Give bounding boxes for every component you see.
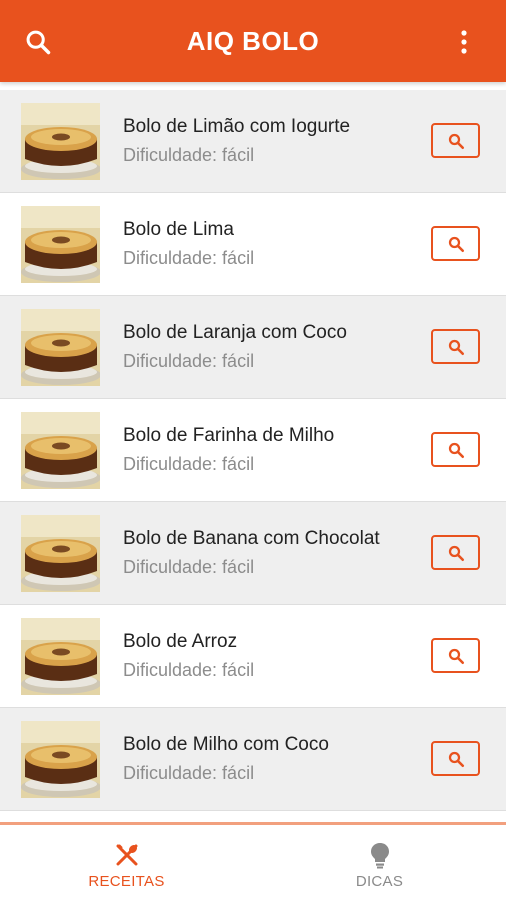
search-icon [448,545,464,561]
recipe-name: Bolo de Arroz [123,631,238,652]
recipe-difficulty: Dificuldade: fácil [123,763,255,783]
view-recipe-button[interactable] [431,535,480,570]
search-icon [448,339,464,355]
search-icon [448,442,464,458]
search-icon [448,751,464,767]
recipe-difficulty: Dificuldade: fácil [123,145,255,165]
cake-thumbnail [21,103,100,180]
more-vert-icon [461,30,467,54]
cake-thumbnail [21,412,100,489]
search-icon [448,133,464,149]
cake-thumbnail [21,309,100,386]
view-recipe-button[interactable] [431,329,480,364]
recipe-difficulty: Dificuldade: fácil [123,248,255,268]
view-recipe-button[interactable] [431,638,480,673]
recipe-row[interactable]: Bolo de Laranja com Coco Dificuldade: fá… [0,296,506,399]
view-recipe-button[interactable] [431,432,480,467]
app-bar: AIQ BOLO [0,0,506,82]
recipe-name: Bolo de Limão com Iogurte [123,116,351,137]
recipe-list: Bolo de Limão com Iogurte Dificuldade: f… [0,90,506,811]
tab-dicas-label: DICAS [355,873,404,890]
cake-thumbnail [21,206,100,283]
view-recipe-button[interactable] [431,123,480,158]
recipe-row[interactable]: Bolo de Limão com Iogurte Dificuldade: f… [0,90,506,193]
search-icon [26,30,51,55]
overflow-menu-button[interactable] [446,24,482,60]
recipe-name: Bolo de Milho com Coco [123,734,329,755]
search-button[interactable] [20,24,56,60]
tab-receitas[interactable]: RECEITAS [0,825,253,900]
recipe-row[interactable]: Bolo de Banana com Chocolat Dificuldade:… [0,502,506,605]
recipe-row[interactable]: Bolo de Milho com Coco Dificuldade: fáci… [0,708,506,811]
recipe-name: Bolo de Laranja com Coco [123,322,347,343]
recipe-difficulty: Dificuldade: fácil [123,557,255,577]
app-title: AIQ BOLO [186,25,320,56]
recipe-difficulty: Dificuldade: fácil [123,660,255,680]
view-recipe-button[interactable] [431,226,480,261]
tab-dicas[interactable]: DICAS [253,825,506,900]
recipe-name: Bolo de Farinha de Milho [123,425,335,446]
recipe-difficulty: Dificuldade: fácil [123,351,255,371]
search-icon [448,648,464,664]
cake-thumbnail [21,515,100,592]
recipe-row[interactable]: Bolo de Lima Dificuldade: fácil [0,193,506,296]
recipe-name: Bolo de Lima [123,219,234,240]
cake-thumbnail [21,721,100,798]
tab-receitas-label: RECEITAS [88,873,165,890]
lightbulb-icon [370,843,389,869]
search-icon [448,236,464,252]
view-recipe-button[interactable] [431,741,480,776]
fork-knife-icon [116,844,137,866]
cake-thumbnail [21,618,100,695]
recipe-difficulty: Dificuldade: fácil [123,454,255,474]
recipe-row[interactable]: Bolo de Arroz Dificuldade: fácil [0,605,506,708]
bottom-navigation: RECEITAS DICAS [0,825,506,900]
recipe-name: Bolo de Banana com Chocolat [123,528,380,549]
recipe-row[interactable]: Bolo de Farinha de Milho Dificuldade: fá… [0,399,506,502]
